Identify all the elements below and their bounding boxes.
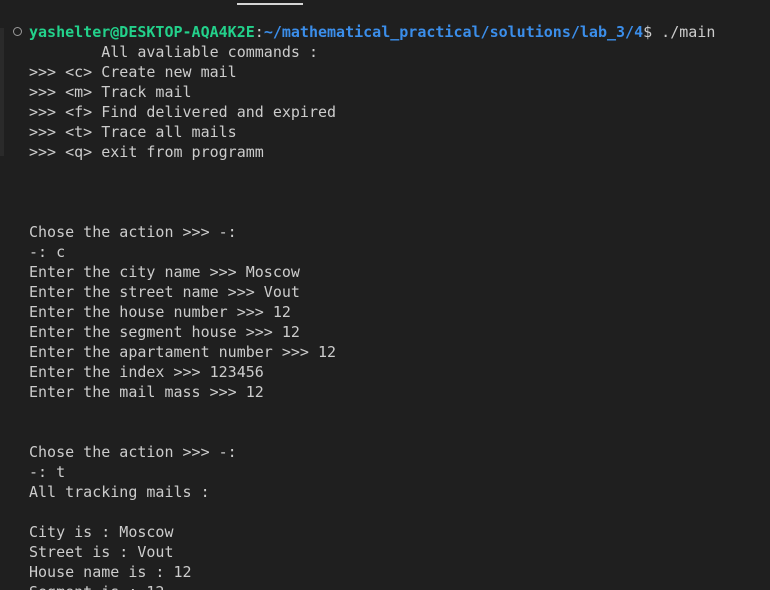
prompt-user-host: yashelter@DESKTOP-AQA4K2E bbox=[29, 23, 255, 41]
output-line: >>> <q> exit from programm bbox=[29, 143, 264, 161]
output-lines: All avaliable commands : >>> <c> Create n… bbox=[29, 42, 770, 590]
output-line: -: c bbox=[29, 243, 66, 261]
output-line: >>> <c> Create new mail bbox=[29, 63, 237, 81]
terminal-output: yashelter@DESKTOP-AQA4K2E:~/mathematical… bbox=[29, 22, 770, 590]
output-line: Enter the index >>> 123456 bbox=[29, 363, 264, 381]
output-line: City is : Moscow bbox=[29, 523, 174, 541]
prompt-symbol: $ bbox=[643, 23, 653, 41]
prompt-command: ./main bbox=[652, 23, 716, 41]
output-line: Enter the segment house >>> 12 bbox=[29, 323, 300, 341]
output-line: >>> <m> Track mail bbox=[29, 83, 192, 101]
output-line: All tracking mails : bbox=[29, 483, 210, 501]
active-tab-indicator bbox=[237, 3, 303, 5]
command-decoration-circle-icon[interactable] bbox=[13, 27, 22, 36]
prompt-path: ~/mathematical_practical/solutions/lab_3… bbox=[263, 23, 644, 41]
output-line: Enter the house number >>> 12 bbox=[29, 303, 291, 321]
output-line: >>> <f> Find delivered and expired bbox=[29, 103, 337, 121]
terminal-panel[interactable]: yashelter@DESKTOP-AQA4K2E:~/mathematical… bbox=[0, 0, 770, 590]
output-line: Enter the apartament number >>> 12 bbox=[29, 343, 337, 361]
prompt-separator: : bbox=[254, 23, 264, 41]
output-line: >>> <t> Trace all mails bbox=[29, 123, 237, 141]
prompt-line: yashelter@DESKTOP-AQA4K2E:~/mathematical… bbox=[29, 22, 770, 42]
scroll-gutter bbox=[0, 28, 4, 156]
output-line: -: t bbox=[29, 463, 66, 481]
output-line: House name is : 12 bbox=[29, 563, 192, 581]
output-line: Enter the city name >>> Moscow bbox=[29, 263, 300, 281]
output-line: All avaliable commands : bbox=[29, 43, 318, 61]
output-line: Chose the action >>> -: bbox=[29, 223, 237, 241]
output-line: Enter the street name >>> Vout bbox=[29, 283, 300, 301]
output-line: Segment is : 12 bbox=[29, 582, 770, 590]
output-line: Street is : Vout bbox=[29, 543, 174, 561]
output-line: Enter the mail mass >>> 12 bbox=[29, 383, 264, 401]
output-line: Chose the action >>> -: bbox=[29, 443, 237, 461]
